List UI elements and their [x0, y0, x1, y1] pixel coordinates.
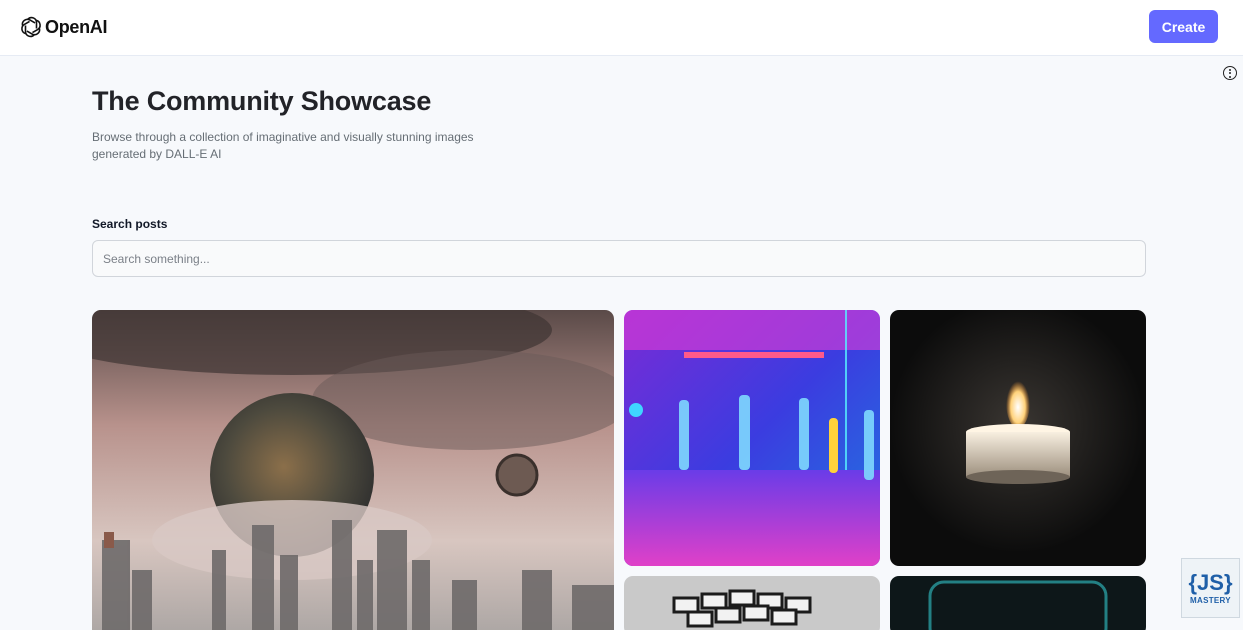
- openai-logo[interactable]: OpenAI: [19, 14, 108, 40]
- card-image: [624, 310, 880, 566]
- watermark-label: MASTERY: [1190, 595, 1231, 605]
- watermark-logo: {JS}: [1188, 569, 1233, 595]
- top-nav: OpenAI Create: [0, 0, 1243, 56]
- search-input[interactable]: [92, 240, 1146, 277]
- card-image: [890, 576, 1146, 630]
- gallery-card-neon-dancers[interactable]: [624, 310, 880, 566]
- card-image: [624, 576, 880, 630]
- page-subtitle: Browse through a collection of imaginati…: [92, 130, 474, 161]
- more-options-icon[interactable]: [1223, 66, 1237, 80]
- card-image: [890, 310, 1146, 566]
- page-title: The Community Showcase: [92, 86, 432, 116]
- openai-logo-icon: [21, 16, 41, 38]
- gallery-card-candle[interactable]: [890, 310, 1146, 566]
- search-label: Search posts: [92, 217, 168, 231]
- gallery-card-rubiks-cube[interactable]: [624, 576, 880, 630]
- card-image: [92, 310, 614, 630]
- create-button[interactable]: Create: [1149, 10, 1218, 43]
- jsmastery-watermark: {JS} MASTERY: [1181, 558, 1240, 618]
- gallery-card-teal-screen[interactable]: [890, 576, 1146, 630]
- gallery-card-apocalyptic-city[interactable]: [92, 310, 614, 630]
- brand-name: OpenAI: [45, 16, 108, 37]
